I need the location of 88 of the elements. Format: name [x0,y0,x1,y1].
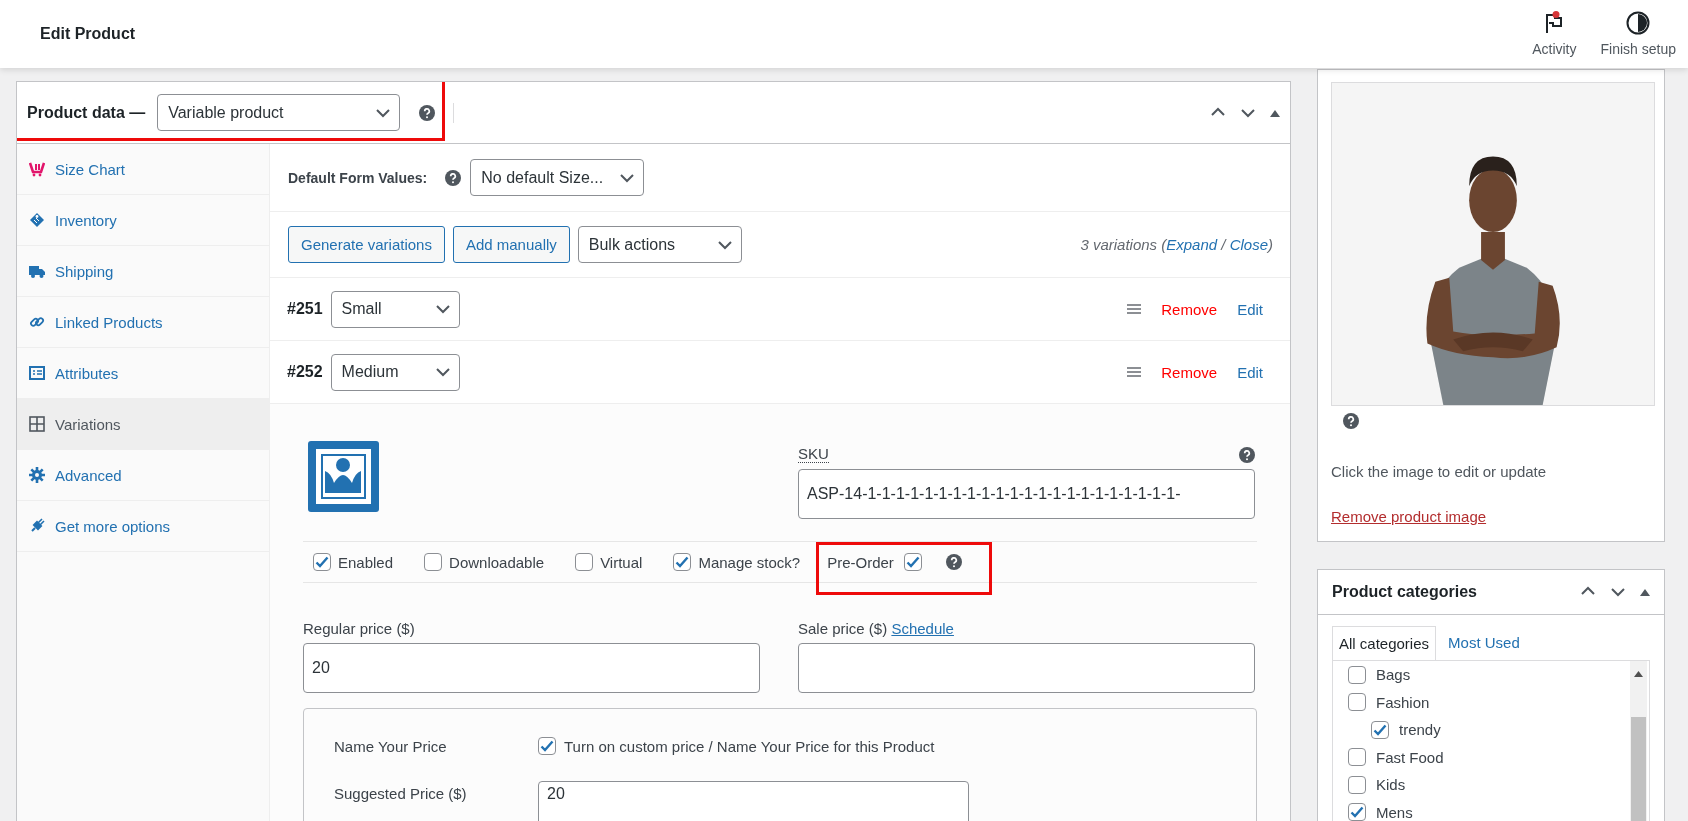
category-tab[interactable]: All categories [1332,626,1437,661]
cart-icon [29,161,45,177]
price-field[interactable]: 20 [303,643,760,693]
select-dropdown[interactable]: No default Size... [470,159,645,196]
plug-icon [29,518,45,534]
edit-link[interactable]: Edit [1237,363,1263,381]
checkbox[interactable] [313,553,331,571]
checkbox-label: Bags [1376,666,1411,684]
checkbox-label: Turn on custom price / Name Your Price for this Product [564,737,935,755]
checkbox-label: Downloadable [449,553,545,571]
hint-text: Click the image to edit or update [1331,463,1548,480]
sidebar-tab[interactable]: Variations [17,399,269,450]
checkbox-label: Manage stock? [698,553,801,571]
toolbar-button[interactable]: Finish setup [1588,0,1688,68]
price-field[interactable] [798,643,1255,693]
sidebar-tab[interactable]: Inventory [17,195,269,246]
image-icon[interactable] [308,441,379,512]
checkbox-label: Virtual [600,553,643,571]
checkbox-label: trendy [1399,721,1441,739]
sidebar-tab[interactable]: Get more options [17,501,269,552]
field-label: Name Your Price [334,737,448,755]
action-button[interactable]: Add manually [452,226,570,263]
checkbox-label: Kids [1376,776,1406,794]
field-label: Default Form Values: [288,169,428,186]
grid-icon [29,416,45,432]
checkbox-label: Fashion [1376,693,1430,711]
select-dropdown[interactable]: Bulk actions [577,226,742,263]
checkbox[interactable] [1348,748,1366,767]
help-icon [445,169,462,186]
variation-number: #251 [287,300,323,318]
menu-icon[interactable] [1127,366,1142,378]
text-link[interactable]: Close [1229,236,1268,253]
list-icon [29,365,45,381]
toolbar-button[interactable]: Activity [1520,0,1589,68]
truck-icon [29,263,45,279]
remove-link[interactable]: Remove [1161,300,1218,318]
panel-title: Product categories [1332,583,1477,601]
checkbox[interactable] [575,553,594,571]
triangle-icon[interactable] [1270,108,1280,117]
tag-icon [29,212,45,228]
variation-number: #252 [287,363,323,381]
category-tab[interactable]: Most Used [1436,625,1532,660]
link-icon [29,314,45,330]
variations-summary: 3 variations (Expand / Close) [1080,236,1273,253]
checkbox[interactable] [538,737,556,755]
price-field[interactable]: 20 [538,781,969,821]
checkbox[interactable] [903,553,922,571]
sidebar-tab[interactable]: Linked Products [17,297,269,348]
panel-title: Product data — [27,103,146,122]
action-button[interactable]: Generate variations [288,226,445,263]
checkbox-label: Mens [1376,803,1413,821]
help-icon [945,554,962,570]
checkbox[interactable] [1348,693,1366,712]
checkbox-label: Fast Food [1376,748,1444,766]
triangle-icon[interactable] [1640,588,1650,596]
select-dropdown[interactable]: Variable product [157,94,401,131]
edit-link[interactable]: Edit [1237,300,1263,318]
select-dropdown[interactable]: Small [330,290,460,328]
page-title: Edit Product [40,25,136,43]
sidebar-tab[interactable]: Size Chart [17,144,269,195]
field-label: Regular price ($) [303,620,416,637]
select-dropdown[interactable]: Medium [330,353,460,391]
progress-icon [1626,11,1651,35]
sku-field[interactable]: ASP-14-1-1-1-1-1-1-1-1-1-1-1-1-1-1-1-1-1-1-1-1-1-1- [798,469,1255,519]
scrollbar[interactable] [1630,661,1647,821]
field-label: SKU [798,445,829,463]
help-icon [1239,447,1255,463]
help-icon [1343,413,1359,429]
checkbox-label: Enabled [338,553,394,571]
sidebar-tab[interactable]: Advanced [17,450,269,501]
checkbox-label: Pre-Order [827,553,894,571]
checkbox[interactable] [1348,775,1366,794]
remove-link[interactable]: Remove [1161,363,1218,381]
checkbox[interactable] [1348,665,1366,684]
triangle-icon[interactable] [1634,671,1643,677]
help-icon [419,104,436,121]
remove-image-link[interactable]: Remove product image [1331,508,1487,525]
checkbox[interactable] [1371,720,1389,739]
schedule-link[interactable]: Schedule [891,620,954,637]
sidebar-tab[interactable]: Shipping [17,246,269,297]
checkbox[interactable] [424,553,443,571]
text-link[interactable]: Expand [1166,236,1218,253]
checkbox[interactable] [673,553,692,571]
field-label: Sale price ($) Schedule [798,620,955,637]
gear-icon [29,467,45,483]
field-label: Suggested Price ($) [334,784,468,802]
checkbox[interactable] [1348,803,1366,821]
menu-icon[interactable] [1127,303,1142,315]
